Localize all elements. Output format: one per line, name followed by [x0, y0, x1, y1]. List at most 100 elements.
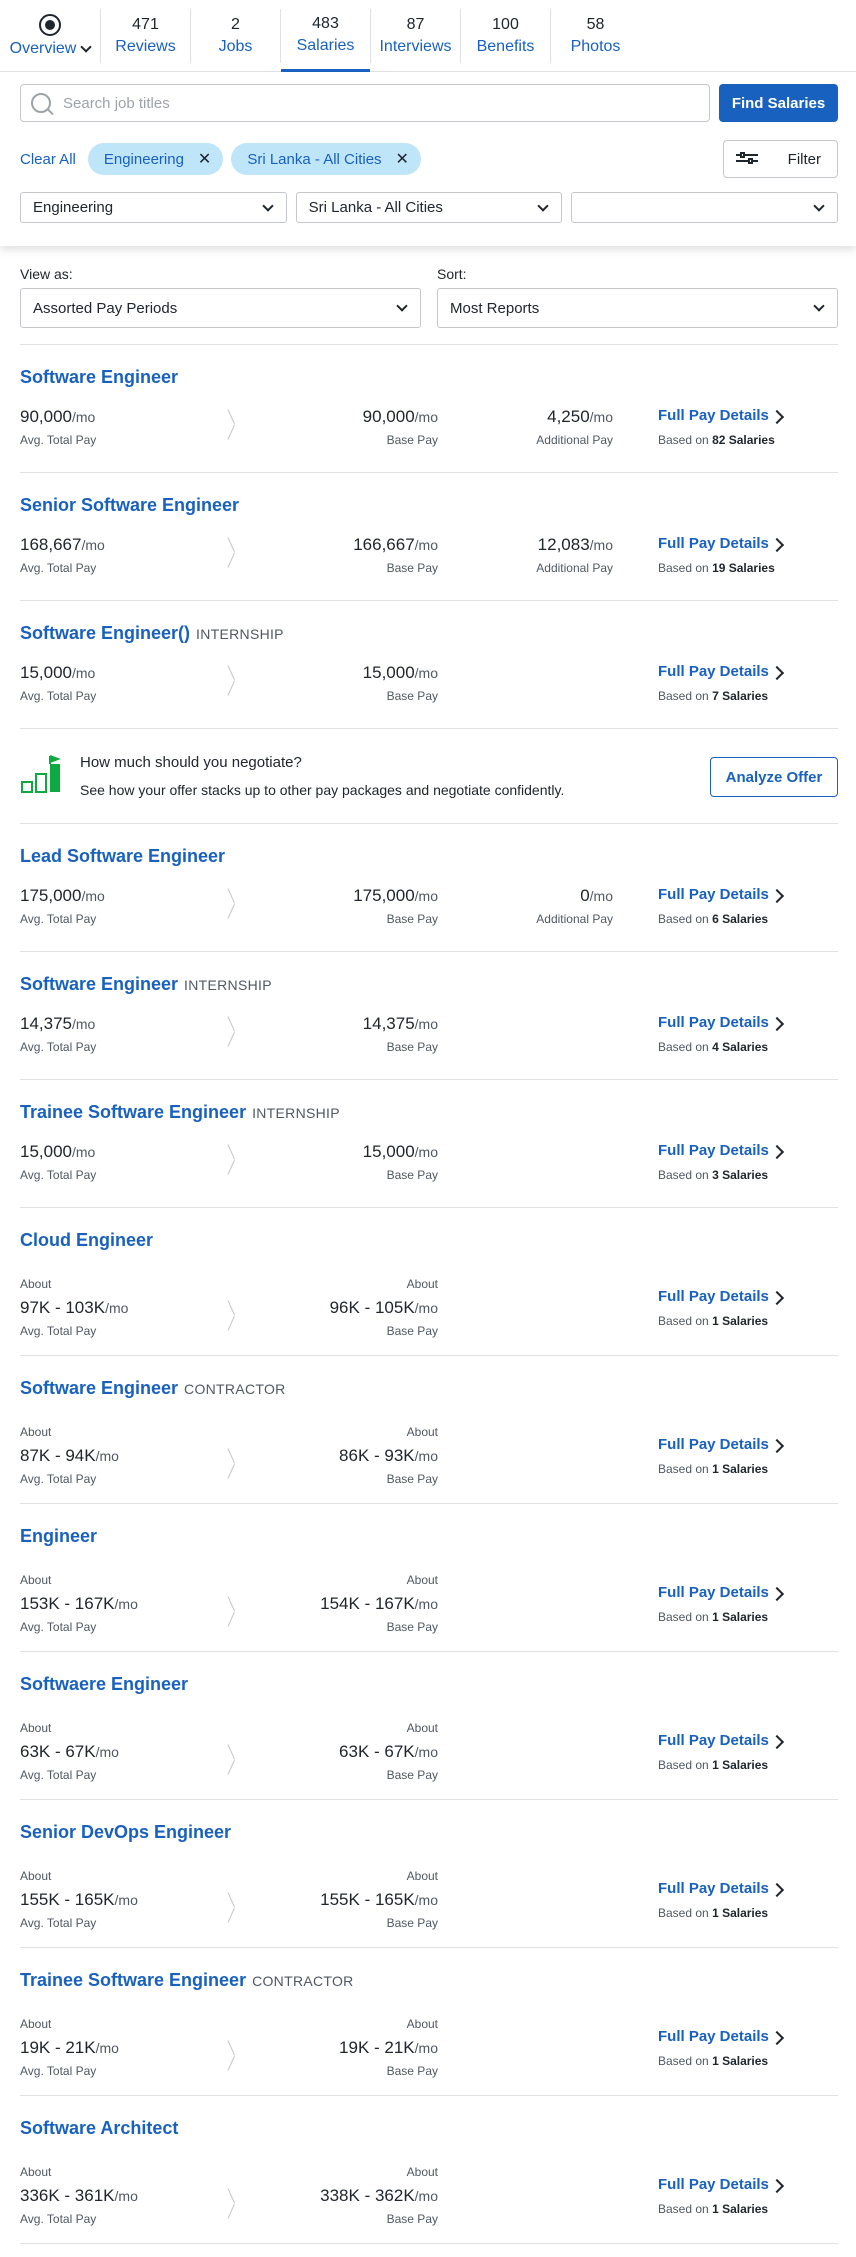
tab-jobs[interactable]: 2 Jobs [191, 0, 280, 72]
tab-count: 471 [132, 16, 159, 33]
tab-count: 483 [312, 14, 339, 32]
job-title-link[interactable]: Software Engineer INTERNSHIP [20, 974, 272, 995]
based-on-label: Based on [658, 1906, 709, 1920]
close-icon[interactable]: ✕ [198, 149, 211, 169]
salary-report-count: 4 Salaries [712, 1040, 769, 1054]
filter-chip[interactable]: Engineering ✕ [87, 143, 224, 175]
pay-unit: /mo [414, 1744, 438, 1760]
base-pay: 154K - 167K/mo [320, 1594, 438, 1614]
about-label: About [20, 2165, 52, 2179]
pay-unit: /mo [414, 1016, 438, 1032]
full-pay-details-link[interactable]: Full Pay Details [658, 1732, 769, 1749]
tab-label: Photos [570, 38, 621, 55]
avg-total-pay-amount: 15,000 [20, 1142, 72, 1161]
chevron-right-icon[interactable] [769, 1438, 785, 1454]
avg-total-pay-amount: 336K - 361K [20, 2186, 115, 2205]
avg-total-pay: 15,000/mo [20, 663, 95, 683]
full-pay-details-link[interactable]: Full Pay Details [658, 886, 769, 903]
job-title-link[interactable]: Trainee Software Engineer CONTRACTOR [20, 1970, 354, 1991]
base-pay-label: Base Pay [386, 689, 438, 703]
salary-row: Software Engineer() INTERNSHIP 15,000/mo Av… [20, 601, 838, 729]
job-title-link[interactable]: Senior DevOps Engineer [20, 1822, 231, 1843]
job-title-link[interactable]: Engineer [20, 1526, 97, 1547]
chevron-right-icon[interactable] [769, 888, 785, 904]
chevron-right-icon[interactable] [769, 2178, 785, 2194]
tab-label: Jobs [218, 38, 253, 55]
tab-photos[interactable]: 58 Photos [551, 0, 640, 72]
based-on-count: Based on 4 Salaries [658, 1040, 768, 1054]
tab-interviews[interactable]: 87 Interviews [371, 0, 460, 72]
view-as-label: View as: [20, 266, 73, 282]
based-on-label: Based on [658, 1314, 709, 1328]
pay-period-select[interactable]: Assorted Pay Periods [20, 288, 421, 328]
full-pay-details-link[interactable]: Full Pay Details [658, 1584, 769, 1601]
chevron-right-icon[interactable] [769, 1586, 785, 1602]
tab-benefits[interactable]: 100 Benefits [461, 0, 550, 72]
chevron-down-icon [813, 199, 825, 212]
job-title-link[interactable]: Software Engineer CONTRACTOR [20, 1378, 286, 1399]
close-icon[interactable]: ✕ [396, 149, 409, 169]
full-pay-details-link[interactable]: Full Pay Details [658, 2176, 769, 2193]
chevron-right-icon[interactable] [769, 665, 785, 681]
chevron-right-icon[interactable] [769, 1016, 785, 1032]
full-pay-details-link[interactable]: Full Pay Details [658, 1142, 769, 1159]
chevron-divider-icon [228, 1292, 242, 1322]
filter-chip[interactable]: Sri Lanka - All Cities ✕ [231, 143, 421, 175]
avg-total-pay-label: Avg. Total Pay [20, 2064, 97, 2078]
extra-filter-select[interactable] [571, 192, 839, 223]
full-pay-details-link[interactable]: Full Pay Details [658, 663, 769, 680]
sliders-icon [736, 152, 758, 166]
job-title-link[interactable]: Software Engineer() INTERNSHIP [20, 623, 284, 644]
tab-overview[interactable]: Overview [0, 0, 100, 72]
chevron-right-icon[interactable] [769, 1290, 785, 1306]
full-pay-details-link[interactable]: Full Pay Details [658, 1014, 769, 1031]
full-pay-details-link[interactable]: Full Pay Details [658, 1288, 769, 1305]
about-label: About [20, 1277, 52, 1291]
sort-select[interactable]: Most Reports [437, 288, 838, 328]
job-function-select[interactable]: Engineering [20, 192, 287, 223]
full-pay-details-link[interactable]: Full Pay Details [658, 407, 769, 424]
chevron-right-icon[interactable] [769, 1734, 785, 1750]
tab-salaries[interactable]: 483 Salaries [281, 0, 370, 72]
chevron-divider-icon [228, 880, 242, 910]
job-title-link[interactable]: Senior Software Engineer [20, 495, 239, 516]
search-input[interactable]: Search job titles [20, 84, 710, 122]
chevron-right-icon[interactable] [769, 2030, 785, 2046]
pay-unit: /mo [414, 665, 438, 681]
job-title-link[interactable]: Software Engineer [20, 367, 178, 388]
analyze-offer-button[interactable]: Analyze Offer [710, 757, 838, 797]
job-title: Software Engineer() [20, 623, 191, 643]
salary-row: Softwaere Engineer About About 63K - 67K/mo… [20, 1652, 838, 1800]
pay-unit: /mo [414, 1596, 438, 1612]
job-title-link[interactable]: Software Architect [20, 2118, 178, 2139]
job-title-link[interactable]: Trainee Software Engineer INTERNSHIP [20, 1102, 340, 1123]
full-pay-details-link[interactable]: Full Pay Details [658, 535, 769, 552]
clear-all-link[interactable]: Clear All [20, 151, 76, 168]
full-pay-details-link[interactable]: Full Pay Details [658, 2028, 769, 2045]
about-label: About [20, 1869, 52, 1883]
additional-pay: 0/mo [580, 886, 613, 906]
chevron-right-icon[interactable] [769, 409, 785, 425]
chevron-right-icon[interactable] [769, 1144, 785, 1160]
about-label: About [406, 2017, 438, 2031]
based-on-count: Based on 6 Salaries [658, 912, 768, 926]
chevron-divider-icon [228, 1736, 242, 1766]
job-title-link[interactable]: Lead Software Engineer [20, 846, 225, 867]
additional-pay-label: Additional Pay [536, 561, 613, 575]
chevron-right-icon[interactable] [769, 537, 785, 553]
avg-total-pay-amount: 175,000 [20, 886, 82, 905]
chevron-right-icon[interactable] [769, 1882, 785, 1898]
filter-button[interactable]: Filter [723, 140, 838, 178]
tab-reviews[interactable]: 471 Reviews [101, 0, 190, 72]
full-pay-details-link[interactable]: Full Pay Details [658, 1436, 769, 1453]
job-title-link[interactable]: Softwaere Engineer [20, 1674, 188, 1695]
location-select[interactable]: Sri Lanka - All Cities [295, 192, 563, 223]
tab-count: 100 [492, 16, 519, 33]
select-value: Sri Lanka - All Cities [308, 199, 443, 216]
avg-total-pay-amount: 168,667 [20, 535, 82, 554]
find-salaries-button[interactable]: Find Salaries [719, 84, 838, 122]
pay-unit: /mo [95, 1448, 119, 1464]
employment-type: INTERNSHIP [252, 1105, 340, 1121]
full-pay-details-link[interactable]: Full Pay Details [658, 1880, 769, 1897]
job-title-link[interactable]: Cloud Engineer [20, 1230, 153, 1251]
